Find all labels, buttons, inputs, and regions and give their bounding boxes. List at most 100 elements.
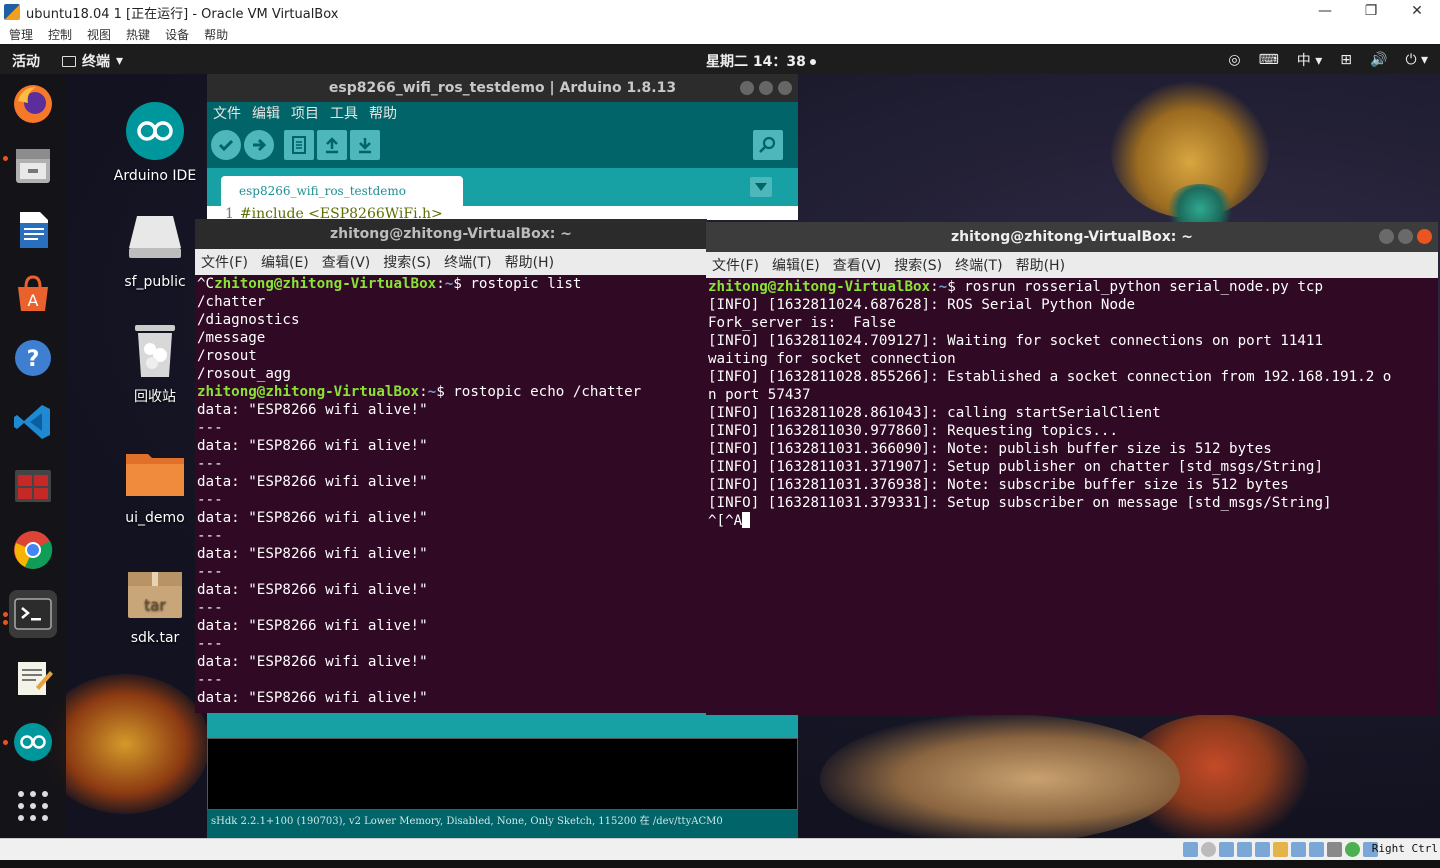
terminal-menu-view[interactable]: 查看(V) xyxy=(833,255,882,275)
network-adapter-icon[interactable] xyxy=(1237,842,1252,857)
terminal-line: --- xyxy=(197,564,223,580)
terminal-menu-view[interactable]: 查看(V) xyxy=(322,252,371,272)
terminal-line: [INFO] [1632811024.709127]: Waiting for … xyxy=(708,333,1323,349)
escape-sequence-text: ^[^A xyxy=(708,513,743,529)
audio-icon[interactable] xyxy=(1219,842,1234,857)
virtualization-icon[interactable] xyxy=(1345,842,1360,857)
menu-control[interactable]: 控制 xyxy=(48,26,72,43)
desktop-icon-label: ui_demo xyxy=(125,510,185,526)
app-grid-icon xyxy=(18,791,48,821)
cpu-icon[interactable] xyxy=(1327,842,1342,857)
save-sketch-button[interactable] xyxy=(350,130,380,160)
menu-view[interactable]: 视图 xyxy=(87,26,111,43)
arduino-menu-edit[interactable]: 编辑 xyxy=(252,103,280,123)
arduino-menu-sketch[interactable]: 项目 xyxy=(291,103,319,123)
virtualbox-titlebar: ubuntu18.04 1 [正在运行] - Oracle VM Virtual… xyxy=(0,0,1440,24)
hard-disk-icon[interactable] xyxy=(1183,842,1198,857)
terminal-menu-file[interactable]: 文件(F) xyxy=(201,252,248,272)
app-menu[interactable]: 终端 ▾ xyxy=(62,51,123,71)
desktop-icon-sf-public[interactable]: sf_public xyxy=(110,206,200,290)
dock-firefox[interactable] xyxy=(9,80,57,128)
minimize-button[interactable] xyxy=(1379,229,1394,244)
open-sketch-button[interactable] xyxy=(317,130,347,160)
desktop-icon-ui-demo[interactable]: ui_demo xyxy=(110,442,200,526)
device-indicators xyxy=(1183,842,1378,857)
maximize-button[interactable] xyxy=(759,81,773,95)
usb-icon[interactable] xyxy=(1255,842,1270,857)
desktop-icon-sdk-tar[interactable]: tar sdk.tar xyxy=(110,562,200,646)
command-text: $ rostopic list xyxy=(453,276,582,292)
terminal-menubar: 文件(F) 编辑(E) 查看(V) 搜索(S) 终端(T) 帮助(H) xyxy=(195,249,707,275)
terminal-line: --- xyxy=(197,672,223,688)
menu-hotkey[interactable]: 热键 xyxy=(126,26,150,43)
show-applications-button[interactable] xyxy=(9,782,57,830)
arduino-window-controls xyxy=(740,81,792,95)
sketch-tab[interactable]: esp8266_wifi_ros_testdemo xyxy=(221,176,463,206)
dock-vscode[interactable] xyxy=(9,398,57,446)
terminal-line: ^Czhitong@zhitong-VirtualBox:~$ rostopic… xyxy=(197,276,582,292)
menu-manage[interactable]: 管理 xyxy=(9,26,33,43)
minimize-button[interactable]: — xyxy=(1302,0,1348,24)
console-output[interactable] xyxy=(207,738,798,810)
video-capture-icon[interactable] xyxy=(1309,842,1324,857)
terminal-window-echo: zhitong@zhitong-VirtualBox: ~ 文件(F) 编辑(E… xyxy=(195,219,707,713)
accessibility-icon[interactable]: ◎ xyxy=(1228,52,1240,68)
menu-help[interactable]: 帮助 xyxy=(204,26,228,43)
keyboard-icon[interactable]: ⌨ xyxy=(1259,52,1279,68)
code-editor[interactable]: 1 #include <ESP8266WiFi.h> xyxy=(207,206,798,220)
desktop-icon-trash[interactable]: 回收站 xyxy=(110,318,200,406)
terminal-menu-terminal[interactable]: 终端(T) xyxy=(444,252,491,272)
libreoffice-writer-icon xyxy=(20,212,48,248)
upload-button[interactable] xyxy=(244,130,274,160)
dock-app-red[interactable] xyxy=(9,462,57,510)
dock-software[interactable]: A xyxy=(9,270,57,318)
clock[interactable]: 星期二 14：38 xyxy=(706,51,816,71)
terminal-menu-search[interactable]: 搜索(S) xyxy=(894,255,942,275)
dock-terminal[interactable] xyxy=(9,590,57,638)
terminal-menu-file[interactable]: 文件(F) xyxy=(712,255,759,275)
maximize-button[interactable]: ❐ xyxy=(1348,0,1394,24)
close-button[interactable] xyxy=(1417,229,1432,244)
terminal-menu-edit[interactable]: 编辑(E) xyxy=(772,255,820,275)
activities-button[interactable]: 活动 xyxy=(12,51,40,71)
dock-writer[interactable] xyxy=(9,206,57,254)
shared-folder-icon[interactable] xyxy=(1273,842,1288,857)
terminal-menu-help[interactable]: 帮助(H) xyxy=(505,252,554,272)
arduino-menu-help[interactable]: 帮助 xyxy=(369,103,397,123)
network-icon[interactable]: ⊞ xyxy=(1340,52,1352,68)
dock-arduino[interactable] xyxy=(9,718,57,766)
dock-files[interactable] xyxy=(9,142,57,190)
dock-chrome[interactable] xyxy=(9,526,57,574)
running-indicator xyxy=(3,612,8,617)
new-sketch-button[interactable] xyxy=(284,130,314,160)
desktop-icon-label: sdk.tar xyxy=(130,630,180,646)
terminal-window-controls xyxy=(1379,229,1432,244)
terminal-menu-help[interactable]: 帮助(H) xyxy=(1016,255,1065,275)
terminal-output[interactable]: ^C zhitong@zhitong-VirtualBox:~$ rostopic… xyxy=(195,275,707,713)
terminal-output[interactable]: zhitong@zhitong-VirtualBox:~$ rosrun ros… xyxy=(706,278,1438,715)
tab-menu-button[interactable] xyxy=(750,177,772,197)
arduino-icon xyxy=(124,100,186,162)
serial-monitor-button[interactable] xyxy=(753,130,783,160)
terminal-menu-edit[interactable]: 编辑(E) xyxy=(261,252,309,272)
dock-text-editor[interactable] xyxy=(9,654,57,702)
verify-button[interactable] xyxy=(211,130,241,160)
terminal-menu-search[interactable]: 搜索(S) xyxy=(383,252,431,272)
vscode-icon xyxy=(14,405,50,439)
close-button[interactable] xyxy=(778,81,792,95)
desktop-icon-arduino[interactable]: Arduino IDE xyxy=(110,100,200,184)
arduino-menu-file[interactable]: 文件 xyxy=(213,103,241,123)
input-method-indicator[interactable]: 中 ▾ xyxy=(1297,50,1322,70)
close-button[interactable]: ✕ xyxy=(1394,0,1440,24)
arduino-menu-tools[interactable]: 工具 xyxy=(330,103,358,123)
terminal-menu-terminal[interactable]: 终端(T) xyxy=(955,255,1002,275)
menu-devices[interactable]: 设备 xyxy=(165,26,189,43)
system-tray: ◎ ⌨ 中 ▾ ⊞ 🔊 ⏻ ▾ xyxy=(1228,50,1428,70)
minimize-button[interactable] xyxy=(740,81,754,95)
display-icon[interactable] xyxy=(1291,842,1306,857)
maximize-button[interactable] xyxy=(1398,229,1413,244)
power-icon[interactable]: ⏻ ▾ xyxy=(1405,52,1428,68)
optical-drive-icon[interactable] xyxy=(1201,842,1216,857)
dock-help[interactable]: ? xyxy=(9,334,57,382)
volume-icon[interactable]: 🔊 xyxy=(1370,52,1387,68)
